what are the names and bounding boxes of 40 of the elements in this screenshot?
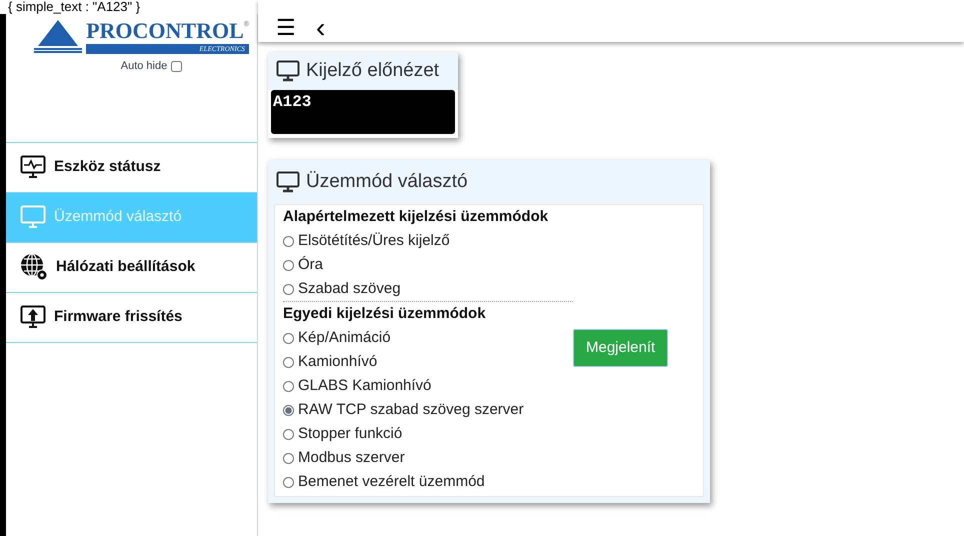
group-heading: Alapértelmezett kijelzési üzemmódok	[283, 207, 550, 227]
radio-label: Óra	[298, 254, 324, 275]
radio-button[interactable]	[283, 404, 294, 416]
radio-button[interactable]	[283, 452, 294, 464]
radio-label: Stopper funkció	[298, 424, 402, 444]
radio-label: GLABS Kamionhívó	[298, 376, 432, 396]
card-title: Kijelző előnézet	[306, 58, 440, 83]
radio-button[interactable]	[283, 236, 294, 246]
radio-label: Kép/Animáció	[298, 328, 391, 348]
auto-hide-checkbox[interactable]	[171, 60, 182, 72]
triangle-logo-icon	[34, 18, 82, 54]
radio-button[interactable]	[283, 332, 294, 344]
radio-button[interactable]	[283, 428, 294, 440]
radio-button[interactable]	[283, 476, 294, 488]
radio-button[interactable]	[283, 260, 294, 270]
monitor-pulse-icon	[20, 155, 46, 179]
monitor-icon	[276, 171, 300, 193]
back-icon[interactable]: ‹	[316, 14, 326, 42]
monitor-upload-icon	[20, 305, 46, 329]
radio-label: Kamionhívó	[298, 352, 378, 372]
radio-label: Elsötétítés/Üres kijelző	[298, 230, 450, 251]
card-title: Üzemmód választó	[306, 170, 468, 194]
monitor-icon	[20, 205, 46, 229]
display-text: A123	[273, 93, 312, 111]
radio-button[interactable]	[283, 380, 294, 392]
radio-button[interactable]	[283, 284, 294, 294]
globe-gear-icon	[20, 253, 48, 281]
radio-label: Bemenet vezérelt üzemmód	[298, 472, 485, 492]
radio-button[interactable]	[283, 356, 294, 368]
auto-hide-label: Auto hide	[120, 59, 168, 74]
monitor-icon	[276, 60, 300, 82]
radio-label: RAW TCP szabad szöveg szerver	[298, 400, 524, 420]
radio-label: Szabad szöveg	[298, 278, 401, 299]
logo-text: PROCONTROL	[86, 20, 244, 42]
radio-label: Modbus szerver	[298, 448, 405, 468]
group-heading: Egyedi kijelzési üzemmódok	[283, 304, 487, 324]
sidebar-item[interactable]: Firmware frissítés	[6, 292, 257, 342]
sidebar-item[interactable]: Hálózati beállítások	[6, 242, 257, 292]
code-text: { simple_text : "A123" }	[7, 0, 142, 14]
menu-icon[interactable]: ☰	[276, 17, 296, 39]
